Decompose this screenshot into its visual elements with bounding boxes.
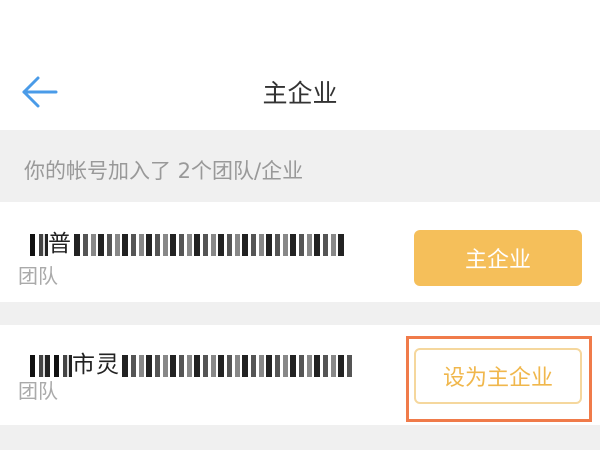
redacted-text (122, 354, 352, 377)
primary-company-button[interactable]: 主企业 (414, 230, 582, 286)
redacted-text (30, 354, 72, 377)
company-name: 普 (28, 224, 344, 258)
company-name-fragment: 普 (48, 231, 72, 257)
team-count-text: 你的帐号加入了 2个团队/企业 (24, 159, 304, 183)
company-type: 团队 (18, 379, 58, 403)
redacted-text (74, 233, 344, 256)
redacted-text (30, 233, 48, 256)
page-title: 主企业 (262, 79, 338, 108)
bottom-divider (0, 425, 600, 450)
company-name-fragment: 市灵 (72, 352, 120, 378)
app-header: 主企业 (0, 0, 600, 130)
company-type: 团队 (18, 264, 58, 288)
company-name: 市灵 (28, 345, 352, 379)
section-header: 你的帐号加入了 2个团队/企业 (0, 130, 600, 202)
set-primary-company-button[interactable]: 设为主企业 (414, 348, 582, 404)
row-divider (0, 302, 600, 325)
